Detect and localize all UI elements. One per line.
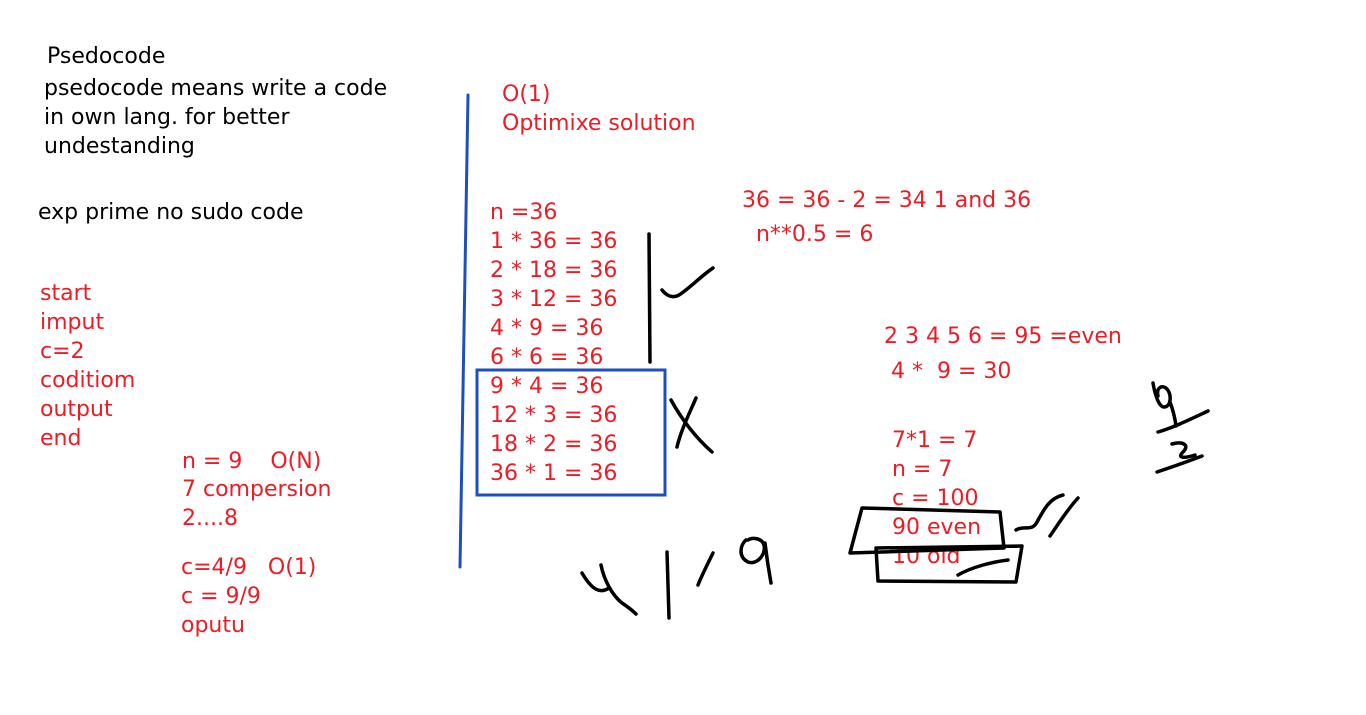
ink-layer <box>458 93 1210 620</box>
factor-highlight-box <box>475 368 667 497</box>
check-mark-icon <box>1014 493 1080 538</box>
pen-scribble <box>956 558 1010 577</box>
divider-line <box>458 93 470 569</box>
fraction-numerator <box>1151 381 1178 428</box>
scribble-q <box>739 536 773 585</box>
scribble-4 <box>580 563 638 616</box>
scribble-slash <box>696 551 715 587</box>
scribble-bar <box>665 550 671 620</box>
fraction-bar <box>1156 409 1210 434</box>
fraction-denominator <box>1155 441 1204 474</box>
cross-mark-icon <box>669 396 714 454</box>
whiteboard-canvas[interactable]: Psedocode psedocode means write a code i… <box>0 0 1366 715</box>
check-mark-icon <box>660 266 715 299</box>
bracket-line <box>647 232 652 364</box>
